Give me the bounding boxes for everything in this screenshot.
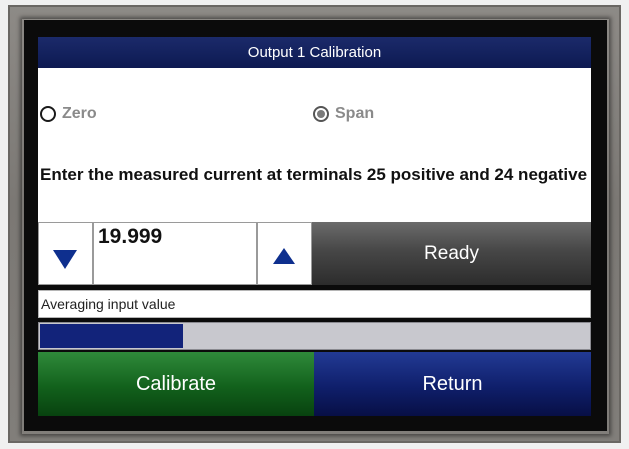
increment-button[interactable] xyxy=(257,222,312,285)
calibrate-button[interactable]: Calibrate xyxy=(38,352,314,416)
decrement-button[interactable] xyxy=(38,222,93,285)
return-button[interactable]: Return xyxy=(314,352,591,416)
zero-radio-circle-icon xyxy=(40,106,56,122)
window-title: Output 1 Calibration xyxy=(38,37,591,68)
span-radio-label: Span xyxy=(335,105,375,122)
progress-bar xyxy=(38,322,591,350)
span-radio-circle-icon xyxy=(313,106,329,122)
value-entry-row: 19.999 Ready xyxy=(38,222,591,285)
span-radio-selected-dot xyxy=(317,110,325,118)
triangle-down-icon xyxy=(53,250,77,269)
ready-button[interactable]: Ready xyxy=(312,222,591,285)
zero-radio-label: Zero xyxy=(62,105,97,122)
instruction-panel: Zero Span Enter the measured current at … xyxy=(38,68,591,222)
instruction-text: Enter the measured current at terminals … xyxy=(40,165,588,184)
zero-radio[interactable]: Zero xyxy=(40,105,97,123)
triangle-up-icon xyxy=(273,248,295,264)
touch-screen: Output 1 Calibration Zero Span Enter the… xyxy=(24,20,607,431)
progress-bar-fill xyxy=(40,324,183,348)
span-radio[interactable]: Span xyxy=(313,105,374,123)
status-text: Averaging input value xyxy=(38,290,591,318)
current-value-field[interactable]: 19.999 xyxy=(93,222,257,285)
